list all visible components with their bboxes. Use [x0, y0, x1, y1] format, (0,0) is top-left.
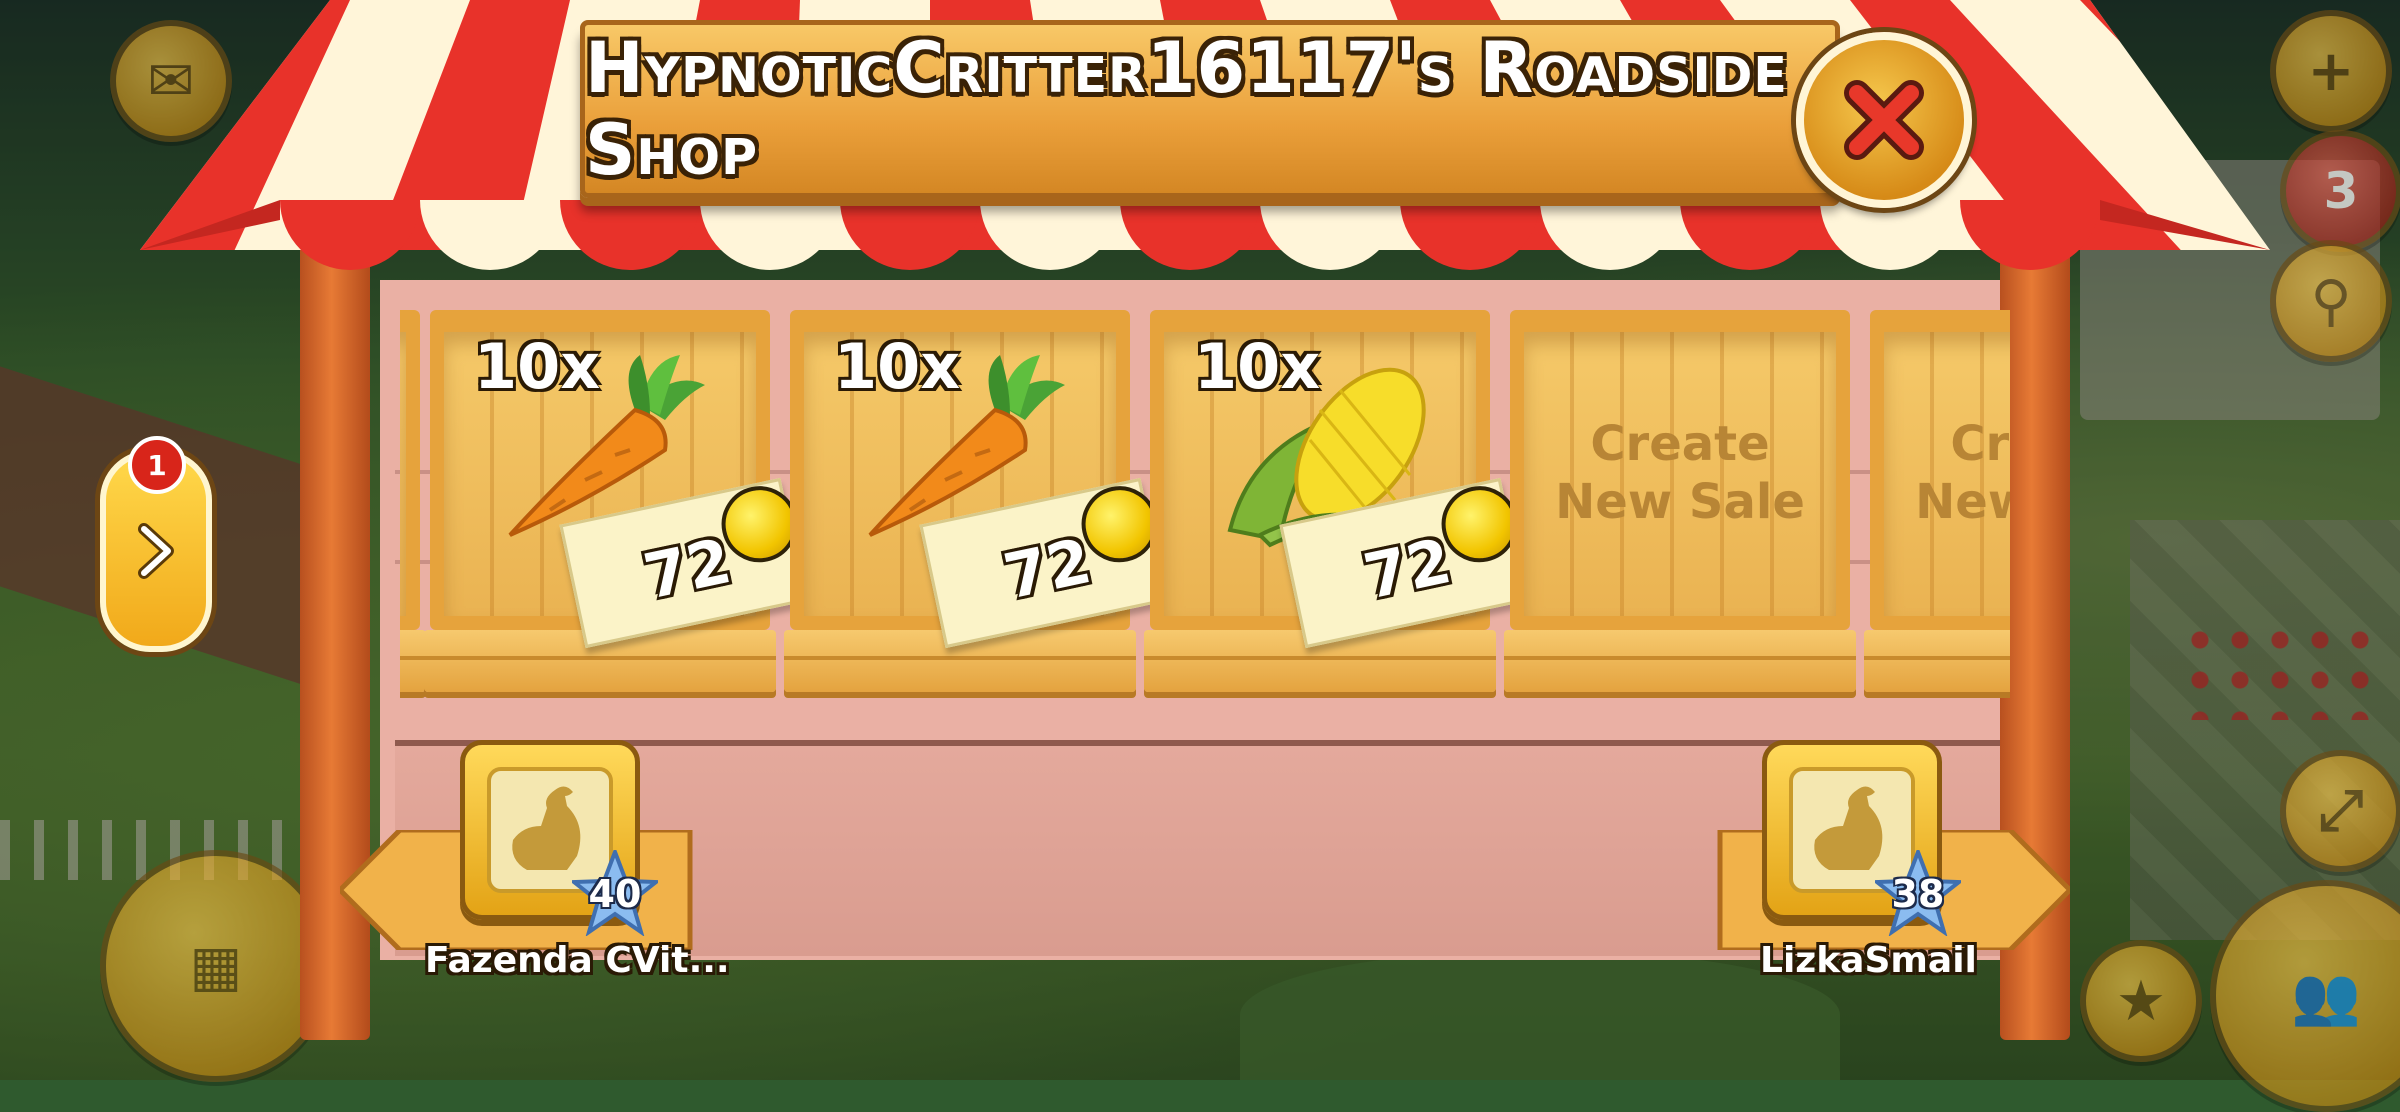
- sale-crate[interactable]: 10x 72: [1144, 310, 1527, 692]
- expand-icon: ⤢: [2318, 778, 2364, 843]
- level-star: 38: [1871, 846, 1965, 937]
- side-tab-badge: 1: [128, 436, 186, 494]
- neighbor-level: 40: [588, 872, 642, 916]
- notification-count: 3: [2323, 162, 2359, 220]
- cash-register-icon: ▦: [189, 933, 243, 999]
- shop-title: HypnoticCritter16117's Roadside Shop: [585, 27, 1788, 191]
- close-button[interactable]: [1796, 32, 1972, 208]
- add-coins-button[interactable]: +: [2270, 10, 2392, 132]
- sales-shelf: 10x 72 10x 72 10x 72 Create New Sale Cr …: [400, 310, 2010, 710]
- plus-icon: +: [2307, 38, 2355, 104]
- sale-price: 72: [997, 524, 1098, 614]
- create-sale-label: Create New Sale: [1915, 416, 2010, 530]
- star-card-icon: ★: [2115, 968, 2167, 1034]
- next-neighbor-button[interactable]: 38 LizkaSmail: [1710, 740, 2070, 981]
- level-star: 40: [568, 846, 662, 937]
- search-button[interactable]: ⚲: [2270, 240, 2392, 362]
- notification-button[interactable]: 3: [2280, 130, 2400, 252]
- sale-crate[interactable]: 10x 72: [784, 310, 1167, 692]
- shop-tools-button[interactable]: ★: [2080, 940, 2202, 1062]
- neighbor-level: 38: [1891, 872, 1945, 916]
- friends-icon: 👥: [2291, 964, 2361, 1029]
- sale-quantity: 10x: [1194, 330, 1321, 403]
- neighbor-name: Fazenda CVit...: [425, 940, 730, 981]
- sale-crate-partial[interactable]: [400, 310, 426, 692]
- sale-crate[interactable]: 10x 72: [424, 310, 807, 692]
- sale-quantity: 10x: [834, 330, 961, 403]
- roadside-shop-button[interactable]: ▦: [100, 850, 332, 1082]
- shop-title-banner: HypnoticCritter16117's Roadside Shop: [580, 20, 1840, 198]
- previous-neighbor-button[interactable]: 40 Fazenda CVit...: [340, 740, 730, 981]
- zoom-toggle-button[interactable]: ⤢: [2280, 750, 2400, 872]
- neighbor-name: LizkaSmail: [1760, 940, 1977, 981]
- sale-price: 72: [1357, 524, 1458, 614]
- create-sale-crate[interactable]: Create New Sale: [1504, 310, 1856, 692]
- close-icon: [1844, 80, 1924, 160]
- sale-quantity: 10x: [474, 330, 601, 403]
- sale-price: 72: [637, 524, 738, 614]
- chevron-right-icon: [138, 523, 174, 579]
- magnifier-icon: ⚲: [2310, 268, 2352, 334]
- create-sale-crate[interactable]: Create New Sale: [1864, 310, 2010, 692]
- create-sale-label: Create New Sale: [1555, 416, 1805, 530]
